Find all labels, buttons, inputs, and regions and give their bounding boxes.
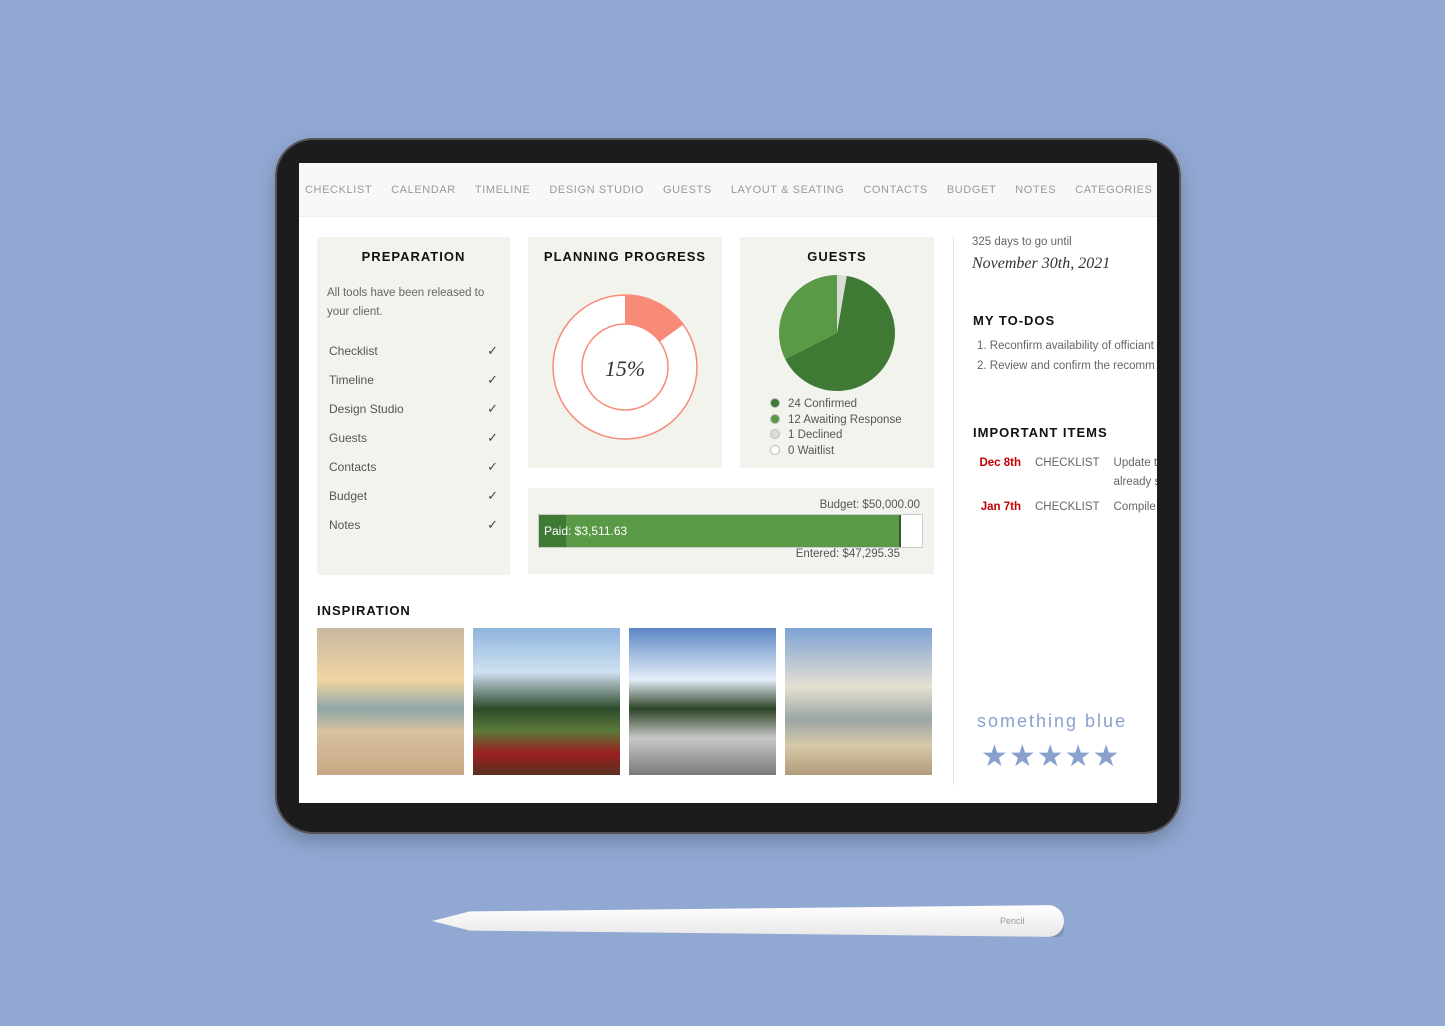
checkmark-icon: ✓ [487,371,498,387]
paid-label: Paid: $3,511.63 [544,524,628,538]
legend-dot-icon [770,398,780,408]
tool-row[interactable]: Checklist ✓ [317,336,510,365]
tool-row[interactable]: Notes ✓ [317,510,510,539]
nav-categories[interactable]: CATEGORIES [1075,184,1152,196]
nav-design-studio[interactable]: DESIGN STUDIO [549,184,644,196]
tool-label: Budget [329,488,368,503]
rating-stars: ★★★★★ [981,740,1121,773]
inspiration-photo-ceremony-white[interactable] [629,628,776,775]
inspiration-photo-couple-sunset[interactable] [785,628,932,775]
nav-contacts[interactable]: CONTACTS [863,184,927,196]
guests-title: GUESTS [807,249,867,264]
item-date: Dec 8th [979,457,1021,469]
tool-row[interactable]: Design Studio ✓ [317,394,510,423]
item-category: CHECKLIST [1035,501,1100,513]
tool-row[interactable]: Timeline ✓ [317,365,510,394]
important-list: Dec 8th CHECKLIST Update thalready sc Ja… [979,454,1157,517]
item-text: Update thalready sc [1113,457,1157,488]
sidebar-divider [953,237,954,785]
tool-label: Design Studio [329,401,404,416]
top-nav: CHECKLIST CALENDAR TIMELINE DESIGN STUDI… [299,163,1157,217]
pencil-label: Pencil [1000,916,1025,926]
legend-dot-icon [770,429,780,439]
preparation-note: All tools have been released to your cli… [327,287,485,318]
inspiration-title: INSPIRATION [317,603,411,618]
tool-row[interactable]: Budget ✓ [317,481,510,510]
todo-item[interactable]: 2. Review and confirm the recomm [977,357,1155,377]
nav-notes[interactable]: NOTES [1015,184,1056,196]
nav-guests[interactable]: GUESTS [663,184,712,196]
important-title: IMPORTANT ITEMS [973,425,1108,440]
brand-logo: something blue [977,711,1128,731]
preparation-card: PREPARATION All tools have been released… [317,237,510,575]
legend-label: 1 Declined [788,429,843,441]
checkmark-icon: ✓ [487,458,498,474]
legend-item: 24 Confirmed [770,397,902,413]
todos-title: MY TO-DOS [973,313,1056,328]
countdown-date: November 30th, 2021 [972,255,1111,272]
important-item[interactable]: Dec 8th CHECKLIST Update thalready sc [979,454,1157,492]
budget-card: Budget: $50,000.00 Paid: $3,511.63 Enter… [528,488,934,574]
legend-dot-icon [770,444,780,455]
nav-checklist[interactable]: CHECKLIST [305,184,372,196]
guests-pie [779,275,895,391]
item-category: CHECKLIST [1035,457,1100,469]
checkmark-icon: ✓ [487,429,498,445]
inspiration-photo-beach-couple[interactable] [317,628,464,775]
legend-label: 24 Confirmed [788,398,858,410]
countdown-days: 325 days to go until [972,236,1072,248]
item-text: Compile th [1113,501,1157,513]
todo-item[interactable]: 1. Reconfirm availability of officiant [977,337,1155,357]
app-screen: CHECKLIST CALENDAR TIMELINE DESIGN STUDI… [299,163,1157,803]
legend-label: 0 Waitlist [788,444,835,457]
legend-dot-icon [770,413,780,424]
nav-timeline[interactable]: TIMELINE [475,184,531,196]
preparation-title: PREPARATION [361,249,466,264]
tool-row[interactable]: Contacts ✓ [317,452,510,481]
planning-progress-card: PLANNING PROGRESS 15% [528,237,722,468]
checkmark-icon: ✓ [487,487,498,503]
progress-label: 15% [605,356,645,381]
inspiration-photo-ceremony-red[interactable] [473,628,620,775]
tool-label: Checklist [329,343,378,358]
checkmark-icon: ✓ [487,400,498,416]
nav-layout-seating[interactable]: LAYOUT & SEATING [731,184,845,196]
legend-item: 12 Awaiting Response [770,413,902,429]
guests-card: GUESTS 24 Confirmed 12 Awaiting Response 1… [740,237,934,468]
entered-label: Entered: $47,295.35 [795,548,900,560]
progress-title: PLANNING PROGRESS [543,249,707,264]
item-date: Jan 7th [980,501,1021,513]
checkmark-icon: ✓ [487,342,498,358]
legend-label: 12 Awaiting Response [788,413,902,426]
important-item[interactable]: Jan 7th CHECKLIST Compile th [979,498,1157,517]
legend-item: 1 Declined [770,428,902,444]
tool-label: Timeline [329,372,374,387]
tool-row[interactable]: Guests ✓ [317,423,510,452]
budget-bar: Paid: $3,511.63 [538,514,923,548]
tool-label: Contacts [329,459,377,474]
tool-label: Notes [329,517,361,532]
todos-list: 1. Reconfirm availability of officiant 2… [977,337,1155,376]
progress-donut: 15% [552,294,698,440]
apple-pencil [432,905,1064,937]
guests-legend: 24 Confirmed 12 Awaiting Response 1 Declin… [740,397,902,459]
budget-total: Budget: $50,000.00 [819,499,920,511]
nav-calendar[interactable]: CALENDAR [391,184,456,196]
nav-budget[interactable]: BUDGET [947,184,996,196]
checkmark-icon: ✓ [487,516,498,532]
tool-label: Guests [329,430,368,445]
legend-item: 0 Waitlist [770,444,902,460]
